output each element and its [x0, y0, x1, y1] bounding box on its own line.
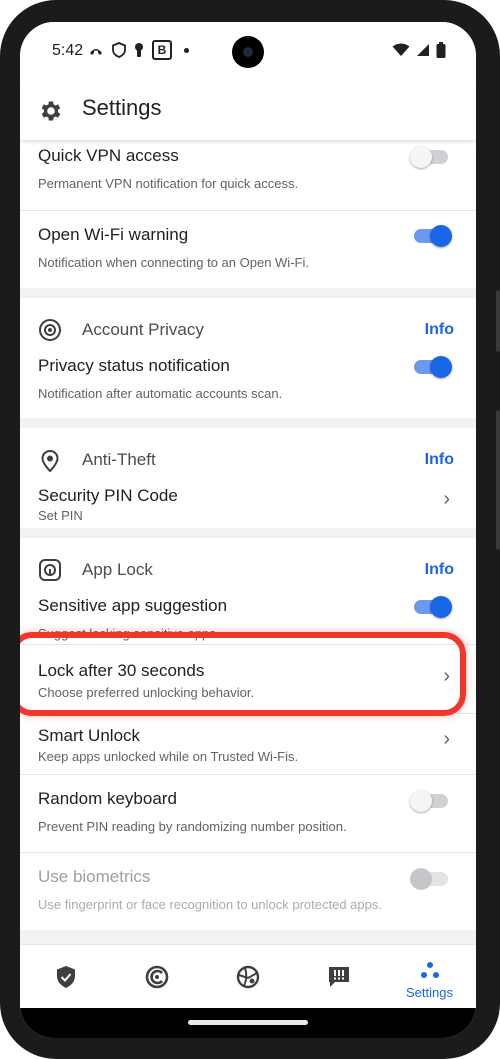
quick-vpn-toggle[interactable]	[410, 146, 448, 168]
keyhole-icon	[135, 43, 143, 57]
settings-row-random-keyboard[interactable]: Random keyboard Prevent PIN reading by r…	[20, 775, 476, 853]
anti-theft-card: Anti-Theft Info Security PIN Code Set PI…	[20, 428, 476, 528]
row-title: Security PIN Code	[38, 486, 178, 505]
home-gesture-handle[interactable]	[188, 1020, 308, 1025]
nav-item-protection[interactable]	[20, 945, 111, 1009]
account-privacy-info-link[interactable]: Info	[425, 321, 454, 339]
power-button	[496, 410, 500, 550]
settings-row-quick-vpn[interactable]: Quick VPN access Permanent VPN notificat…	[20, 132, 476, 211]
section-header-account-privacy: Account Privacy Info Privacy status noti…	[20, 298, 476, 418]
section-title: Account Privacy	[82, 320, 204, 339]
nav-item-privacy[interactable]	[111, 945, 202, 1009]
app-lock-card: App Lock Info Sensitive app suggestion S…	[20, 538, 476, 930]
page-title: Settings	[82, 95, 162, 120]
section-title: Anti-Theft	[82, 450, 156, 469]
random-keyboard-toggle[interactable]	[410, 790, 448, 812]
app-lock-icon	[39, 559, 61, 581]
missed-call-icon	[90, 49, 102, 55]
app-lock-info-link[interactable]: Info	[425, 561, 454, 579]
privacy-status-toggle[interactable]	[414, 356, 452, 378]
row-subtitle: Use fingerprint or face recognition to u…	[38, 897, 382, 912]
wifi-icon	[392, 43, 410, 56]
row-subtitle: Set PIN	[38, 508, 83, 523]
screen: 5:42 B Settings Quick VPN access Permane…	[20, 22, 476, 1038]
row-subtitle: Choose preferred unlocking behavior.	[38, 685, 255, 700]
battery-icon	[436, 42, 446, 58]
status-icons-left: B	[88, 40, 189, 60]
nav-item-web-protection[interactable]	[202, 945, 293, 1009]
row-subtitle: Permanent VPN notification for quick acc…	[38, 176, 299, 191]
app-header: Settings	[20, 82, 476, 140]
section-header-anti-theft[interactable]: Anti-Theft Info Security PIN Code Set PI…	[20, 428, 476, 528]
biometrics-toggle	[410, 868, 448, 890]
row-subtitle: Suggest locking sensitive apps.	[38, 626, 220, 641]
open-wifi-toggle[interactable]	[414, 225, 452, 247]
row-title: Privacy status notification	[38, 356, 230, 375]
front-camera	[232, 36, 264, 68]
nav-item-alerts[interactable]	[293, 945, 384, 1009]
row-subtitle: Notification after automatic accounts sc…	[38, 386, 283, 401]
nav-label-settings: Settings	[406, 985, 453, 1000]
settings-row-lock-after[interactable]: Lock after 30 seconds Choose preferred u…	[20, 645, 476, 714]
vpn-card: Quick VPN access Permanent VPN notificat…	[20, 132, 476, 288]
anti-theft-info-link[interactable]: Info	[425, 451, 454, 469]
chevron-right-icon: ›	[443, 728, 450, 750]
bottom-navigation: Settings	[20, 944, 476, 1009]
account-privacy-card: Account Privacy Info Privacy status noti…	[20, 298, 476, 418]
privacy-icon	[145, 965, 169, 989]
row-subtitle: Keep apps unlocked while on Trusted Wi-F…	[38, 749, 299, 764]
settings-row-smart-unlock[interactable]: Smart Unlock Keep apps unlocked while on…	[20, 714, 476, 775]
row-title: Quick VPN access	[38, 146, 179, 165]
row-title: Use biometrics	[38, 867, 151, 886]
settings-dots-icon	[421, 962, 439, 978]
row-title: Lock after 30 seconds	[38, 661, 205, 680]
shield-status-icon	[112, 42, 126, 58]
nav-item-settings[interactable]: Settings	[384, 945, 475, 1009]
status-icons-right	[392, 42, 446, 58]
location-pin-icon	[41, 449, 59, 473]
row-title: Sensitive app suggestion	[38, 596, 228, 615]
row-subtitle: Notification when connecting to an Open …	[38, 255, 309, 270]
section-title: App Lock	[82, 560, 153, 579]
sensitive-app-toggle[interactable]	[414, 596, 452, 618]
row-title: Open Wi-Fi warning	[38, 225, 189, 244]
chevron-right-icon: ›	[443, 665, 450, 687]
status-bar: 5:42 B	[20, 22, 476, 82]
chevron-right-icon: ›	[443, 488, 450, 510]
signal-icon	[417, 44, 429, 56]
settings-row-open-wifi[interactable]: Open Wi-Fi warning Notification when con…	[20, 211, 476, 288]
shield-check-icon	[57, 966, 75, 988]
status-time: 5:42	[52, 42, 84, 59]
gear-icon	[41, 101, 61, 121]
alerts-icon	[329, 967, 349, 987]
system-nav-bar	[20, 1008, 476, 1038]
settings-row-use-biometrics: Use biometrics Use fingerprint or face r…	[20, 853, 476, 930]
privacy-eye-icon	[39, 319, 61, 341]
row-title: Random keyboard	[38, 789, 177, 808]
settings-list[interactable]: Quick VPN access Permanent VPN notificat…	[20, 132, 476, 940]
settings-row-sensitive-app[interactable]: App Lock Info Sensitive app suggestion S…	[20, 538, 476, 645]
volume-button	[496, 290, 500, 352]
row-subtitle: Prevent PIN reading by randomizing numbe…	[38, 819, 347, 834]
b-status-icon: B	[152, 40, 172, 60]
web-protection-icon	[236, 965, 260, 989]
phone-frame: 5:42 B Settings Quick VPN access Permane…	[0, 0, 500, 1059]
row-title: Smart Unlock	[38, 726, 141, 745]
more-notifications-dot	[184, 47, 189, 53]
